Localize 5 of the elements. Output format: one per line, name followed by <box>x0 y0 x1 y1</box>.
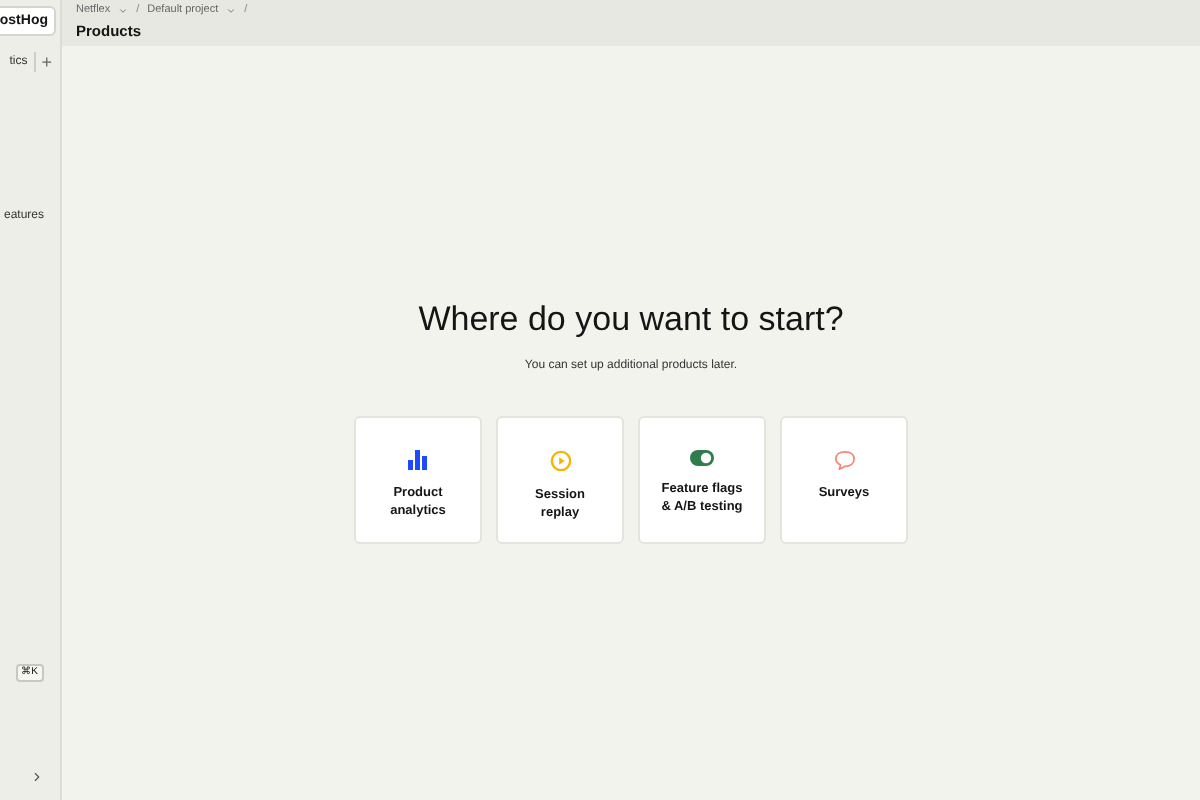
add-button[interactable]: + <box>41 53 52 71</box>
main-heading: Where do you want to start? <box>418 302 844 336</box>
chevron-down-icon[interactable] <box>226 6 237 17</box>
chevron-down-icon[interactable] <box>118 6 129 17</box>
chevron-right-icon[interactable] <box>30 770 44 784</box>
